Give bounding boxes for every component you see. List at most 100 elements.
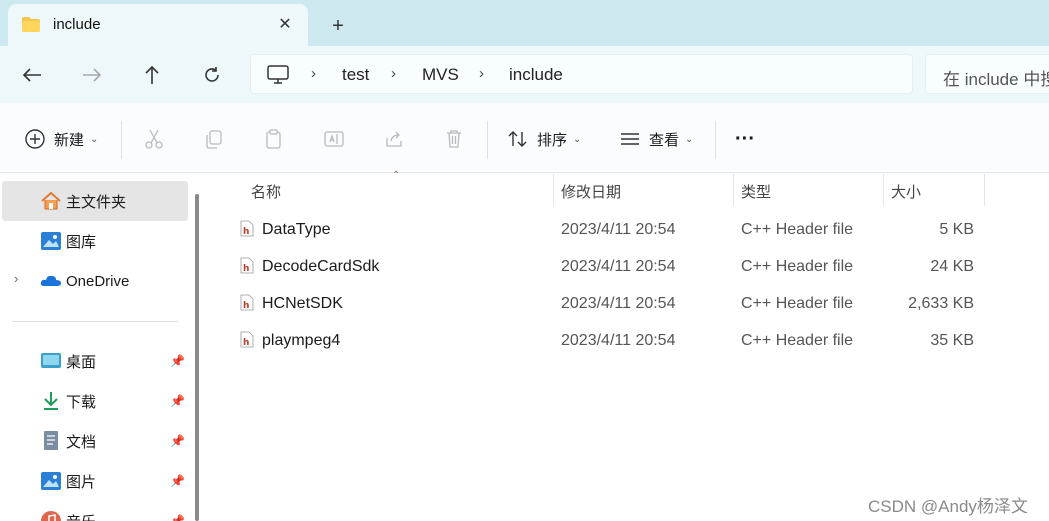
file-row[interactable]: h DataType 2023/4/11 20:54 C++ Header fi… [230,211,990,248]
file-modified: 2023/4/11 20:54 [561,295,676,312]
rename-button[interactable] [323,125,345,153]
close-icon[interactable]: ✕ [274,13,296,35]
tab-title: include [53,16,101,33]
sidebar-item-pictures[interactable]: 图片 📌 [0,461,188,501]
breadcrumb-separator: › [391,65,396,82]
pin-icon[interactable]: 📌 [170,394,185,408]
scissors-icon [145,129,163,149]
column-header-modified[interactable]: 修改日期 [561,181,621,213]
column-header-size[interactable]: 大小 [891,181,921,213]
search-box[interactable]: 在 include 中搜索 [925,54,1049,94]
new-button[interactable]: 新建 ⌄ [24,125,98,153]
header-file-icon: h [240,294,254,311]
sidebar-item-label: 主文件夹 [66,193,127,211]
header-file-icon: h [240,220,254,237]
trash-icon [447,130,461,148]
pin-icon[interactable]: 📌 [170,434,185,448]
sidebar-item-home[interactable]: 主文件夹 [2,181,188,221]
copy-icon [206,130,222,149]
music-icon [41,511,61,521]
pin-icon[interactable]: 📌 [170,514,185,521]
file-modified: 2023/4/11 20:54 [561,221,676,238]
command-bar: 新建 ⌄ 排序 ⌄ 查看 ⌄ ··· [0,103,1049,173]
sidebar-item-gallery[interactable]: 图库 [0,221,188,261]
sort-icon [508,131,527,147]
back-button[interactable] [17,60,47,90]
column-divider[interactable] [553,174,554,206]
file-row[interactable]: h DecodeCardSdk 2023/4/11 20:54 C++ Head… [230,248,990,285]
svg-text:h: h [243,338,249,348]
file-row[interactable]: h HCNetSDK 2023/4/11 20:54 C++ Header fi… [230,285,990,322]
pin-icon[interactable]: 📌 [170,354,185,368]
file-name: DecodeCardSdk [262,258,380,275]
tab-include[interactable]: include ✕ [8,4,308,46]
file-size: 24 KB [930,258,974,275]
sidebar-item-downloads[interactable]: 下载 📌 [0,381,188,421]
file-modified: 2023/4/11 20:54 [561,258,676,275]
cut-button[interactable] [143,125,165,153]
pictures-icon [41,472,61,490]
sidebar-scrollbar[interactable] [195,194,199,521]
column-divider[interactable] [984,174,985,206]
copy-button[interactable] [203,125,225,153]
home-icon [41,191,61,210]
file-size: 35 KB [930,332,974,349]
watermark: CSDN @Andy杨泽文 [868,497,1028,516]
plus-circle-icon [25,129,45,149]
divider [12,321,178,322]
file-row[interactable]: h plaympeg4 2023/4/11 20:54 C++ Header f… [230,322,990,359]
clipboard-icon [266,129,281,149]
svg-text:h: h [243,264,249,274]
file-size: 5 KB [939,221,974,238]
header-file-icon: h [240,331,254,348]
sort-button[interactable]: 排序 ⌄ [507,125,581,153]
sidebar-item-label: 文档 [66,433,97,451]
up-button[interactable] [137,60,167,90]
column-divider[interactable] [883,174,884,206]
list-view-icon [621,133,639,145]
column-divider[interactable] [733,174,734,206]
folder-icon [22,17,40,32]
arrow-left-icon [22,68,41,82]
sidebar-item-label: 桌面 [66,353,97,371]
new-tab-button[interactable]: + [326,14,350,38]
file-name: plaympeg4 [262,332,341,349]
more-options-button[interactable]: ··· [735,125,755,153]
refresh-button[interactable] [197,60,227,90]
sort-label: 排序 [537,131,568,149]
sidebar-item-label: 图片 [66,473,97,491]
share-button[interactable] [383,125,405,153]
breadcrumb-separator: › [479,65,484,82]
sidebar-item-music[interactable]: 音乐 📌 [0,501,188,521]
navigation-bar: › test › MVS › include 在 include 中搜索 [0,46,1049,103]
sidebar-item-label: OneDrive [66,272,130,290]
sidebar-item-label: 音乐 [66,511,96,521]
sidebar-item-desktop[interactable]: 桌面 📌 [0,341,188,381]
sidebar-item-onedrive[interactable]: › OneDrive [0,261,188,301]
sidebar-item-label: 下载 [66,393,97,411]
divider [487,121,488,159]
address-bar[interactable]: › test › MVS › include [250,54,913,94]
delete-button[interactable] [443,125,465,153]
column-header-type[interactable]: 类型 [741,181,771,213]
chevron-right-icon[interactable]: › [14,271,18,286]
column-header-name[interactable]: 名称 [251,181,281,213]
view-label: 查看 [649,131,680,149]
breadcrumb-separator: › [311,65,316,82]
header-file-icon: h [240,257,254,274]
file-type: C++ Header file [741,332,854,349]
paste-button[interactable] [263,125,285,153]
tab-bar: include ✕ + [0,0,1049,46]
search-placeholder: 在 include 中搜索 [943,70,1049,89]
forward-button[interactable] [77,60,107,90]
view-button[interactable]: 查看 ⌄ [619,125,693,153]
arrow-up-icon [145,65,159,84]
breadcrumb-include[interactable]: include [509,65,563,85]
computer-icon [267,65,289,84]
breadcrumb-test[interactable]: test [342,65,369,85]
pin-icon[interactable]: 📌 [170,474,185,488]
breadcrumb-mvs[interactable]: MVS [422,65,459,85]
sidebar-item-documents[interactable]: 文档 📌 [0,421,188,461]
chevron-down-icon: ⌄ [685,133,694,145]
navigation-pane: 主文件夹 图库 › OneDrive 桌面 📌 下载 📌 文档 📌 图片 📌 音… [0,174,205,521]
